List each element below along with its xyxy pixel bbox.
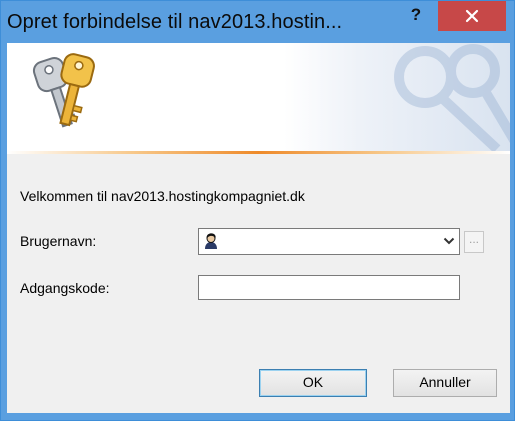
login-dialog-window: Opret forbindelse til nav2013.hostin... …	[0, 0, 515, 421]
watermark-keys-icon	[394, 44, 510, 151]
password-label: Adgangskode:	[20, 280, 110, 296]
dialog-banner	[7, 43, 510, 151]
dialog-client-area: Velkommen til nav2013.hostingkompagniet.…	[7, 43, 510, 413]
username-combobox[interactable]	[198, 228, 460, 255]
title-bar[interactable]: Opret forbindelse til nav2013.hostin... …	[1, 1, 514, 43]
username-label: Brugernavn:	[20, 233, 97, 249]
cancel-button[interactable]: Annuller	[393, 369, 497, 397]
welcome-text: Velkommen til nav2013.hostingkompagniet.…	[20, 188, 305, 204]
chevron-down-icon[interactable]	[443, 236, 455, 246]
keys-icon	[32, 53, 95, 128]
banner-accent-line	[7, 151, 510, 154]
help-button[interactable]: ?	[398, 1, 434, 29]
browse-users-button[interactable]: ...	[464, 231, 484, 253]
close-icon	[465, 9, 479, 23]
user-icon	[205, 233, 217, 249]
close-button[interactable]	[438, 1, 506, 31]
window-title: Opret forbindelse til nav2013.hostin...	[7, 11, 343, 33]
ok-button[interactable]: OK	[259, 369, 367, 397]
password-field[interactable]	[198, 275, 460, 300]
